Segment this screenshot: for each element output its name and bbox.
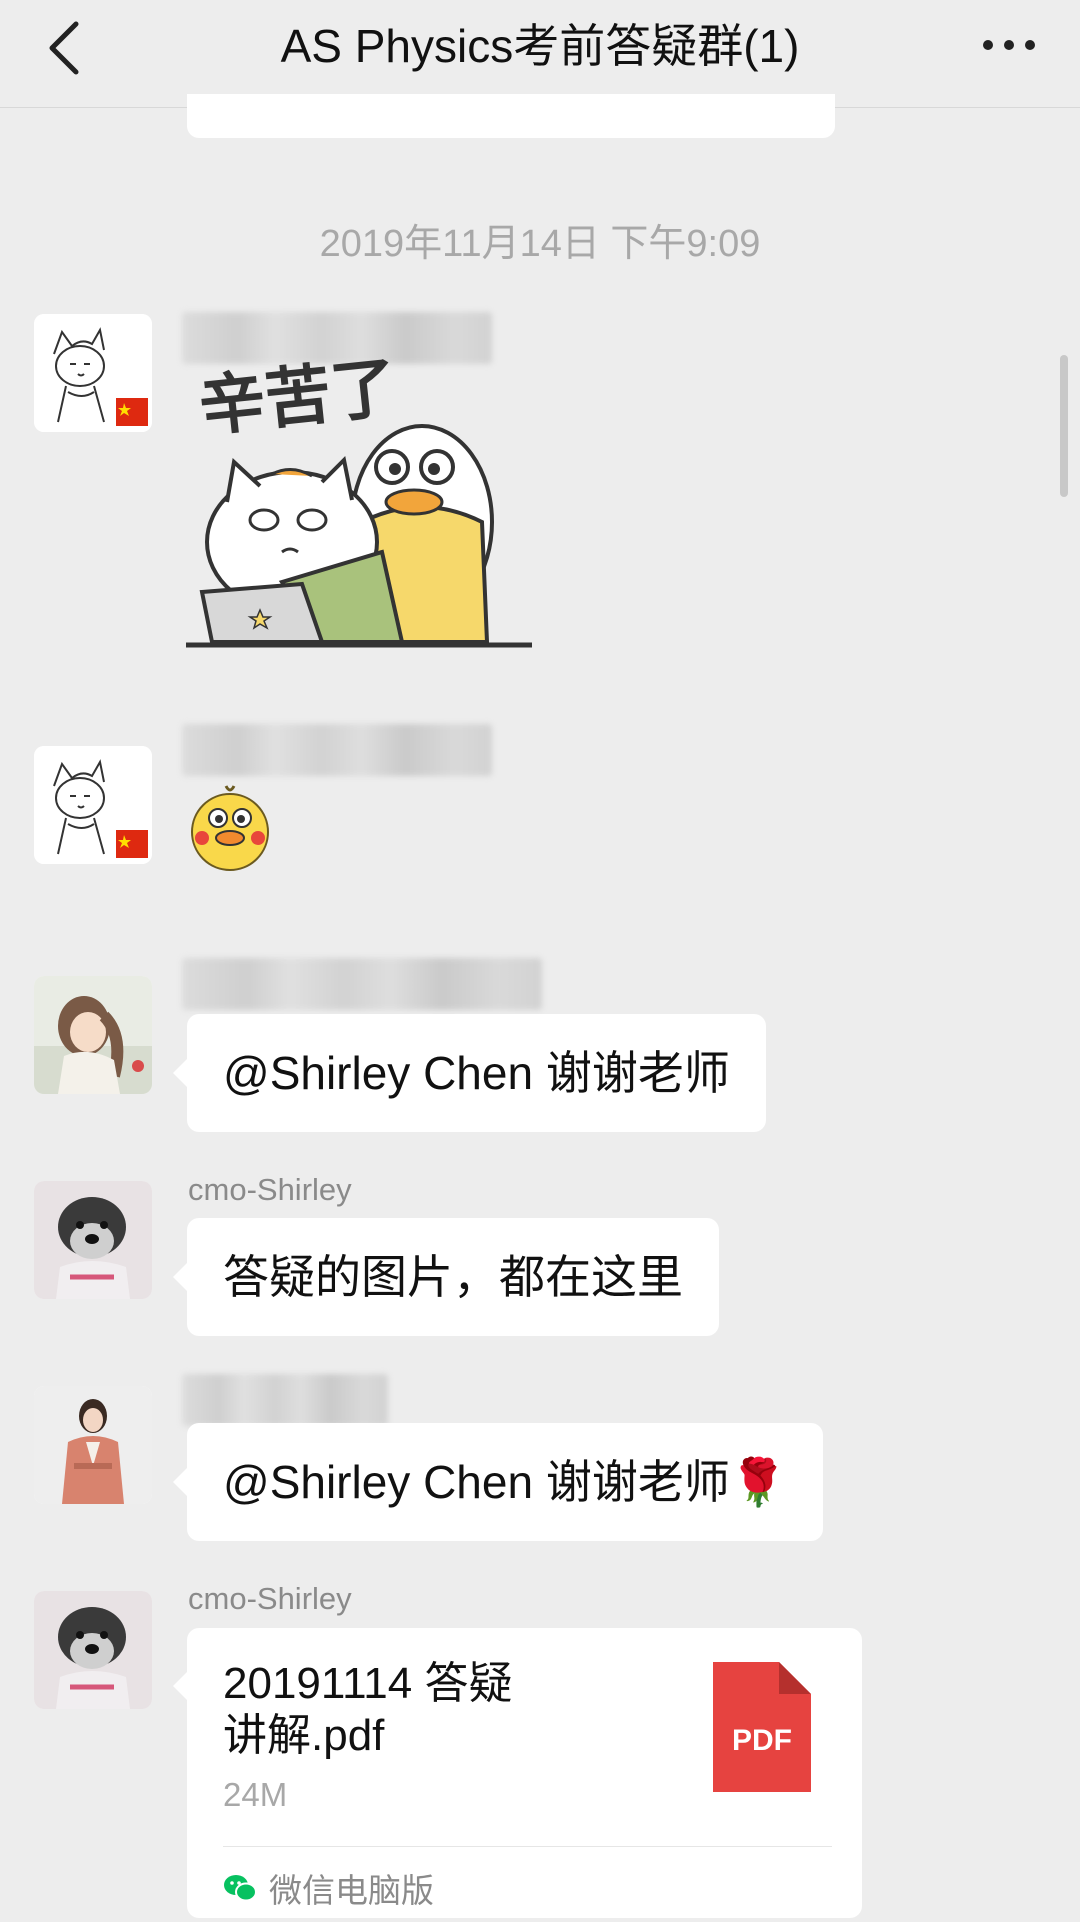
sender-name: cmo-Shirley xyxy=(188,1172,352,1207)
avatar[interactable] xyxy=(34,976,152,1094)
message-bubble[interactable]: @Shirley Chen 谢谢老师 xyxy=(173,1014,766,1132)
message-bubble[interactable]: 答疑的图片，都在这里 xyxy=(173,1218,719,1336)
avatar[interactable] xyxy=(34,1181,152,1299)
avatar-sketch-boy xyxy=(34,746,152,864)
avatar[interactable] xyxy=(34,746,152,864)
avatar[interactable] xyxy=(34,314,152,432)
message-bubble[interactable]: @Shirley Chen 谢谢老师🌹 xyxy=(172,1423,824,1541)
blurred-sender-name xyxy=(182,1374,388,1426)
file-source-label: 微信电脑版 xyxy=(269,1872,434,1909)
file-source: 微信电脑版 xyxy=(223,1864,434,1912)
chat-header: AS Physics考前答疑群(1) xyxy=(0,0,1080,108)
file-size: 24M xyxy=(223,1776,288,1813)
previous-message-bubble[interactable] xyxy=(187,94,835,138)
pdf-label: PDF xyxy=(732,1724,792,1757)
more-dots-icon[interactable] xyxy=(980,30,1038,60)
sender-name: cmo-Shirley xyxy=(188,1581,352,1616)
avatar[interactable] xyxy=(34,1386,152,1504)
chat-title: AS Physics考前答疑群(1) xyxy=(280,20,800,72)
sticker-caption: 辛苦了 xyxy=(196,352,401,446)
sticker-duck[interactable] xyxy=(186,780,274,872)
avatar-dog xyxy=(34,1591,152,1709)
pdf-file-icon: PDF xyxy=(713,1662,811,1792)
avatar[interactable] xyxy=(34,1591,152,1709)
divider xyxy=(223,1846,832,1847)
file-name: 20191114 答疑 讲解.pdf xyxy=(223,1658,563,1762)
file-name-line-1: 20191114 答疑 xyxy=(223,1659,513,1708)
blurred-sender-name xyxy=(182,724,492,776)
scrollbar[interactable] xyxy=(1060,355,1068,497)
avatar-dog xyxy=(34,1181,152,1299)
avatar-girl-illustration xyxy=(34,976,152,1094)
sticker-hard-work[interactable]: 辛苦了 xyxy=(182,352,534,652)
wechat-icon xyxy=(224,1875,257,1902)
avatar-woman-suit xyxy=(34,1386,152,1504)
message-timestamp: 2019年11月14日 下午9:09 xyxy=(319,223,761,265)
file-name-line-2: 讲解.pdf xyxy=(223,1711,385,1760)
avatar-sketch-boy xyxy=(34,314,152,432)
blurred-sender-name xyxy=(182,958,542,1010)
file-message-card[interactable]: 20191114 答疑 讲解.pdf 24M PDF 微信电脑版 xyxy=(173,1628,862,1918)
